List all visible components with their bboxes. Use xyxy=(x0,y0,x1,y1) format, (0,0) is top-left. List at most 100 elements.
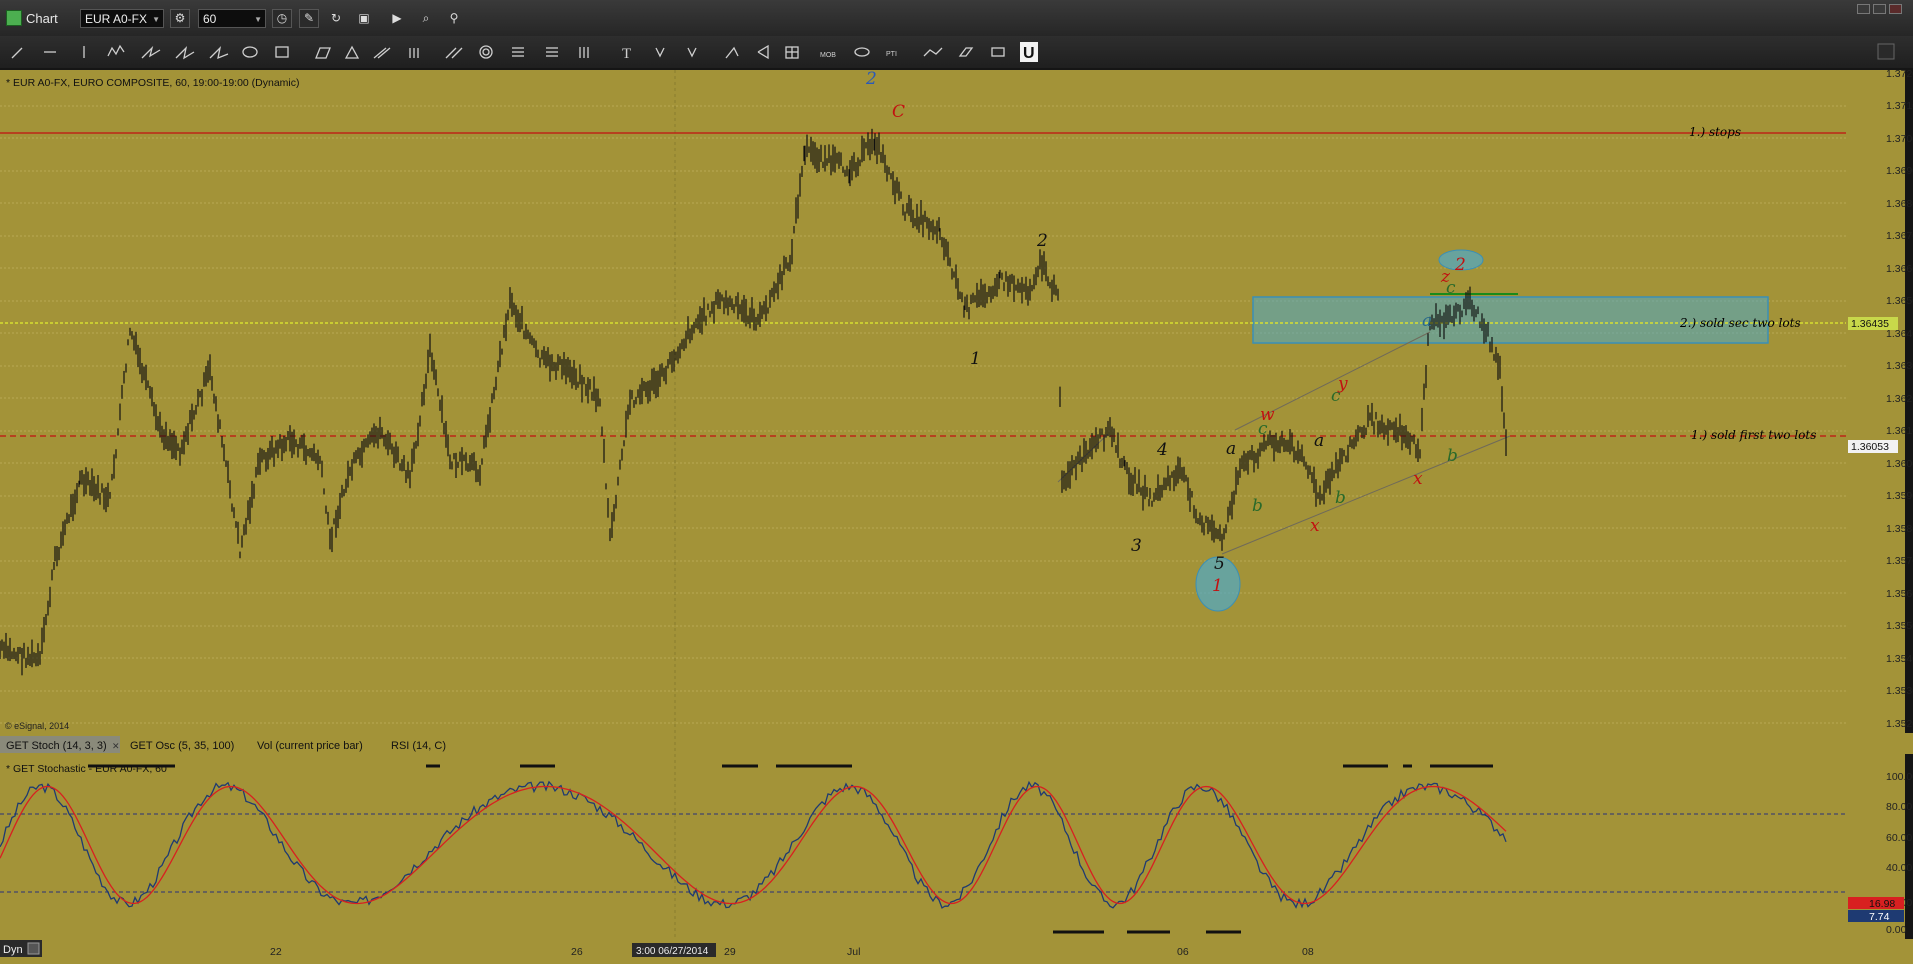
wave-icon xyxy=(107,44,125,57)
svg-text:1.36300: 1.36300 xyxy=(1886,360,1913,372)
arrow-down-icon xyxy=(687,47,697,58)
svg-text:1.35400: 1.35400 xyxy=(1886,653,1913,665)
svg-text:29: 29 xyxy=(724,946,736,958)
tab-get-stoch[interactable]: GET Stoch (14, 3, 3) xyxy=(6,740,107,752)
svg-text:1.37100: 1.37100 xyxy=(1886,100,1913,112)
drawing-toolbar: T MOB PTI U xyxy=(0,36,1913,69)
svg-text:80.00: 80.00 xyxy=(1886,801,1912,813)
svg-text:16.98: 16.98 xyxy=(1869,898,1895,910)
svg-text:22: 22 xyxy=(270,946,282,958)
svg-text:1.35500: 1.35500 xyxy=(1886,620,1913,632)
camera-icon[interactable]: ▣ xyxy=(354,9,374,28)
mob-icon: MOB xyxy=(820,52,836,59)
note-sold-first[interactable]: 1.) sold first two lots xyxy=(1691,428,1816,442)
svg-text:1.36800: 1.36800 xyxy=(1886,198,1913,210)
chart-canvas[interactable]: 2 C 2 1 3 4 5 1 a b c w x a b c y x a b … xyxy=(0,68,1913,964)
minimize-icon[interactable] xyxy=(1857,4,1870,14)
triangle-icon xyxy=(344,45,360,59)
window-title: Chart xyxy=(26,11,58,26)
chevron-down-icon[interactable]: ▼ xyxy=(254,10,262,29)
svg-text:1.36500: 1.36500 xyxy=(1886,295,1913,307)
maximize-icon[interactable] xyxy=(1873,4,1886,14)
wave-big-2: 2 xyxy=(865,69,877,89)
refresh-icon[interactable]: ↻ xyxy=(326,9,346,28)
stoch-pane[interactable] xyxy=(0,754,1846,939)
pencil-icon[interactable]: ✎ xyxy=(299,9,319,28)
wave-b3: b xyxy=(1447,446,1458,466)
tab-close-icon[interactable]: ✕ xyxy=(112,741,120,751)
svg-text:1.35700: 1.35700 xyxy=(1886,555,1913,567)
svg-text:7.74: 7.74 xyxy=(1869,911,1890,923)
fib-fan-icon xyxy=(141,45,161,59)
wave-big-c: C xyxy=(892,102,905,122)
line-tool-icon xyxy=(11,47,23,59)
svg-text:Jul: Jul xyxy=(847,946,860,958)
interval-value: 60 xyxy=(203,12,217,26)
toolbar-icons: T MOB PTI U xyxy=(11,42,1895,62)
svg-text:100.00: 100.00 xyxy=(1886,771,1913,783)
note-stops[interactable]: 1.) stops xyxy=(1689,125,1741,139)
close-icon[interactable] xyxy=(1889,4,1902,14)
wave-label-red-1: 1 xyxy=(1212,576,1223,596)
svg-text:06: 06 xyxy=(1177,946,1189,958)
wave-label-4: 4 xyxy=(1156,440,1168,460)
zoom-icon[interactable]: ⌕ xyxy=(416,9,436,28)
price-tag-current-text: 1.36053 xyxy=(1851,441,1889,453)
play-icon[interactable]: ▶ xyxy=(387,9,407,28)
price-axis-labels: 1.37200 1.37100 1.37000 1.36900 1.36800 … xyxy=(1886,68,1913,730)
title-bar: Chart EUR A0-FX ▼ ⚙ 60 ▼ ◷ ✎ ↻ ▣ ▶ ⌕ ⚲ xyxy=(0,0,1913,37)
arrow-up-icon xyxy=(655,47,665,58)
svg-text:40.00: 40.00 xyxy=(1886,862,1912,874)
tab-rsi[interactable]: RSI (14, C) xyxy=(391,740,446,752)
svg-text:1.35600: 1.35600 xyxy=(1886,588,1913,600)
clock-icon[interactable]: ◷ xyxy=(272,9,292,28)
interval-input[interactable]: 60 ▼ xyxy=(198,9,266,28)
symbol-input[interactable]: EUR A0-FX ▼ xyxy=(80,9,164,28)
svg-text:0.00: 0.00 xyxy=(1886,924,1907,936)
wave-label-5: 5 xyxy=(1214,554,1225,574)
svg-text:08: 08 xyxy=(1302,946,1314,958)
svg-text:1.37200: 1.37200 xyxy=(1886,68,1913,80)
price-pane[interactable] xyxy=(0,70,1846,733)
eraser-icon xyxy=(315,47,331,59)
wave-red-2: 2 xyxy=(1454,255,1466,275)
svg-text:1.36900: 1.36900 xyxy=(1886,165,1913,177)
svg-text:1.35900: 1.35900 xyxy=(1886,490,1913,502)
svg-text:1.37000: 1.37000 xyxy=(1886,133,1913,145)
link-icon[interactable]: ⚲ xyxy=(444,9,464,28)
rectangle-icon xyxy=(275,46,289,58)
tab-vol[interactable]: Vol (current price bar) xyxy=(257,740,363,752)
svg-text:1.36600: 1.36600 xyxy=(1886,263,1913,275)
wave-z: z xyxy=(1440,267,1451,287)
svg-text:1.35300: 1.35300 xyxy=(1886,685,1913,697)
svg-text:1.35200: 1.35200 xyxy=(1886,718,1913,730)
wave-x1: x xyxy=(1310,516,1320,536)
wave-label-2: 2 xyxy=(1036,231,1048,251)
price-tag-green-text: 1.36435 xyxy=(1851,318,1889,330)
text-icon: T xyxy=(622,46,631,62)
svg-text:26: 26 xyxy=(571,946,583,958)
svg-text:1.36200: 1.36200 xyxy=(1886,393,1913,405)
wave-a1: a xyxy=(1226,439,1236,459)
wave-w: w xyxy=(1260,405,1275,425)
copyright: © eSignal, 2014 xyxy=(5,721,69,731)
svg-text:1.36100: 1.36100 xyxy=(1886,425,1913,437)
svg-text:60.00: 60.00 xyxy=(1886,832,1912,844)
svg-text:U: U xyxy=(1023,45,1035,62)
chart-app-icon xyxy=(6,10,22,26)
settings-gear-icon[interactable]: ⚙ xyxy=(170,9,190,28)
dyn-label[interactable]: Dyn xyxy=(3,944,23,956)
svg-text:1.35800: 1.35800 xyxy=(1886,523,1913,535)
wave-label-1: 1 xyxy=(970,349,981,369)
svg-text:1.36000: 1.36000 xyxy=(1886,458,1913,470)
note-sold-second[interactable]: 2.) sold sec two lots xyxy=(1679,316,1801,330)
wave-y: y xyxy=(1337,374,1348,394)
dyn-lock-icon[interactable] xyxy=(27,942,40,955)
wave-b2: b xyxy=(1335,488,1346,508)
wave-label-3: 3 xyxy=(1131,536,1142,556)
ellipse-icon xyxy=(242,46,258,58)
wave-a3: a xyxy=(1422,311,1432,331)
tab-get-osc[interactable]: GET Osc (5, 35, 100) xyxy=(130,740,234,752)
wave-b1: b xyxy=(1252,496,1263,516)
chevron-down-icon[interactable]: ▼ xyxy=(152,10,160,29)
